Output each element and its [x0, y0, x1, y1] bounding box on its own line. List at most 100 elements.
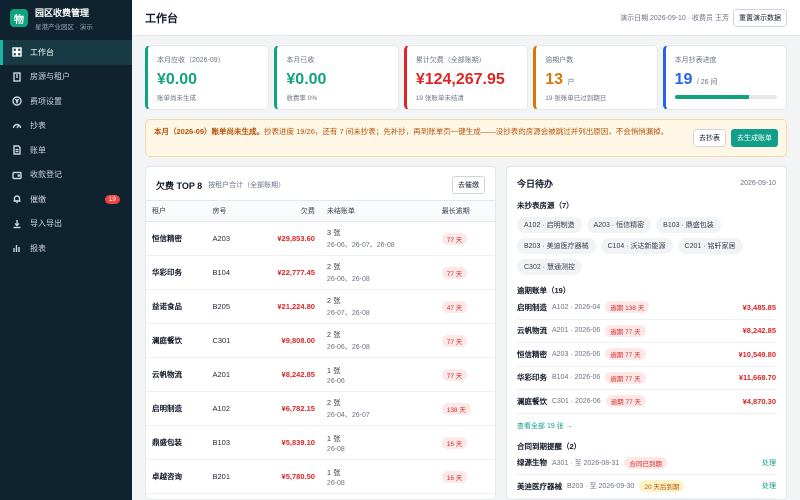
- tenant-name: 恒信精密: [517, 349, 547, 359]
- table-row[interactable]: 启明制造 A102 ¥6,782.15 2 张 26-04、26-07 138 天: [146, 391, 495, 426]
- sidebar-item-7[interactable]: 导入导出: [0, 212, 132, 237]
- arrears-subtitle: 按租户合计（全部账期）: [208, 182, 286, 189]
- stat-card: 本月应收（2026-09） ¥0.00 账单尚未生成: [145, 45, 270, 110]
- go-collect-button[interactable]: 去催缴: [452, 176, 485, 194]
- sidebar-item-label: 收款登记: [30, 170, 62, 180]
- tenant-name: 云帆物流: [517, 326, 547, 336]
- overdue-badge: 138 天: [441, 402, 471, 415]
- unread-chips: A102 · 启明制造 A203 · 恒信精密 B103 · 鼎盛包装 B203 · …: [517, 217, 776, 275]
- room-number: B205: [206, 289, 250, 324]
- yen-icon: [12, 96, 22, 106]
- wallet-icon: [12, 170, 22, 180]
- go-meter-button[interactable]: 去抄表: [693, 129, 726, 147]
- max-overdue: 47 天: [435, 289, 495, 324]
- table-row[interactable]: 卓越咨询 B201 ¥5,780.50 1 张 26-08 16 天: [146, 459, 495, 494]
- sidebar-item-label: 催缴: [30, 194, 46, 204]
- table-row[interactable]: 恒信精密 A203 ¥29,853.60 3 张 26-06、26-07、26-08 77…: [146, 221, 495, 256]
- sidebar-item-5[interactable]: 收款登记: [0, 163, 132, 188]
- unpaid-bills: 2 张 26-06、26-08: [320, 255, 436, 290]
- unread-room-chip[interactable]: B203 · 美迪医疗器械: [517, 238, 596, 254]
- gauge-icon: [12, 121, 22, 131]
- col-amount: 欠费: [249, 200, 321, 222]
- table-row[interactable]: 益诺食品 B205 ¥21,224.80 2 张 26-07、26-08 47 天: [146, 289, 495, 324]
- unread-room-chip[interactable]: C302 · 慧通测控: [517, 259, 582, 275]
- tenant-name: 卓越咨询: [146, 459, 207, 494]
- table-row[interactable]: 澜庭餐饮 C301 ¥9,808.00 2 张 26-06、26-08 77 天: [146, 323, 495, 358]
- arrears-amount: ¥8,242.85: [249, 357, 321, 392]
- overdue-bill-row[interactable]: 启明制造 A102 · 2026-04 逾期 138 天 ¥3,485.85: [517, 296, 776, 320]
- overdue-badge: 77 天: [441, 266, 468, 279]
- stat-label: 逾期户数: [545, 57, 574, 64]
- tenant-name: 恒信精密: [146, 221, 207, 256]
- overdue-bill-row[interactable]: 恒信精密 A203 · 2026-06 逾期 77 天 ¥10,549.80: [517, 343, 776, 367]
- room-number: B103: [206, 425, 250, 460]
- arrears-panel: 欠费 TOP 8 按租户合计（全部账期） 去催缴 租户 房号 欠费 未结账单 最…: [145, 166, 496, 500]
- alert-bold-text: 本月（2026-09）账单尚未生成。: [154, 127, 265, 136]
- unread-room-chip[interactable]: A203 · 恒信精密: [586, 217, 652, 233]
- sidebar-item-1[interactable]: 房源与租户: [0, 65, 132, 90]
- tenant-name: 华彩印务: [517, 373, 547, 383]
- unread-room-chip[interactable]: B103 · 鼎盛包装: [656, 217, 721, 233]
- document-icon: [12, 145, 22, 155]
- generate-bill-button[interactable]: 去生成账单: [731, 129, 778, 147]
- bill-amount: ¥3,485.85: [742, 302, 776, 312]
- sidebar-item-6[interactable]: 催缴 19: [0, 187, 132, 212]
- sidebar-item-0[interactable]: 工作台: [0, 40, 132, 65]
- header: 工作台 演示日期 2026-09-10 · 收费员 王芳 重置演示数据: [132, 0, 800, 36]
- sidebar-badge: 19: [104, 194, 120, 204]
- overdue-badge: 逾期 77 天: [605, 324, 646, 337]
- stat-unit: / 26 间: [696, 79, 718, 86]
- overdue-badge: 逾期 77 天: [605, 395, 646, 408]
- reset-demo-button[interactable]: 重置演示数据: [733, 8, 787, 27]
- stat-sub: 收费率 0%: [286, 95, 318, 102]
- table-row[interactable]: 鼎盛包装 B103 ¥5,839.10 1 张 26-08 16 天: [146, 425, 495, 460]
- arrears-amount: ¥22,777.45: [249, 255, 321, 290]
- bill-meta: C301 · 2026-06: [552, 397, 601, 405]
- room-number: C301: [206, 323, 250, 358]
- sidebar-item-2[interactable]: 费项设置: [0, 89, 132, 114]
- overdue-bill-row[interactable]: 云帆物流 A201 · 2026-06 逾期 77 天 ¥8,242.85: [517, 320, 776, 343]
- stat-value: ¥0.00: [157, 71, 198, 88]
- unpaid-bills: 2 张 26-07、26-08: [320, 289, 436, 324]
- table-row[interactable]: 华彩印务 B104 ¥22,777.45 2 张 26-06、26-08 77 天: [146, 255, 495, 290]
- tenant-name: 启明制造: [517, 302, 547, 312]
- tenant-name: 澜庭餐饮: [517, 396, 547, 406]
- max-overdue: 77 天: [435, 221, 495, 256]
- view-all-overdue-link[interactable]: 查看全部 19 张 →: [517, 421, 776, 431]
- grid-icon: [12, 47, 22, 57]
- room-number: B104: [206, 255, 250, 290]
- handle-contract-link[interactable]: 处理: [762, 458, 776, 468]
- stat-unit: 户: [567, 79, 575, 86]
- contract-meta: A301 · 至 2026-08-31: [552, 459, 620, 467]
- stat-sub: 账单尚未生成: [157, 95, 196, 102]
- arrears-amount: ¥5,839.10: [249, 425, 321, 460]
- stat-sub: 19 张账单未结清: [415, 95, 464, 102]
- overdue-bill-row[interactable]: 华彩印务 B104 · 2026-06 逾期 77 天 ¥11,668.70: [517, 367, 776, 390]
- overdue-badge: 逾期 138 天: [605, 301, 650, 314]
- sidebar-item-label: 房源与租户: [30, 72, 70, 82]
- overdue-badge: 47 天: [441, 300, 468, 313]
- unread-room-chip[interactable]: C104 · 沃达新能源: [600, 238, 673, 254]
- unread-room-chip[interactable]: C201 · 铭轩家居: [677, 238, 743, 254]
- unpaid-bills: 3 张 26-06、26-07、26-08: [320, 221, 436, 256]
- table-row[interactable]: 云帆物流 A201 ¥8,242.85 1 张 26-06 77 天: [146, 357, 495, 392]
- max-overdue: 77 天: [435, 323, 495, 358]
- col-tenant: 租户: [146, 200, 207, 222]
- brand-subtitle: 星港产业园区 · 演示: [35, 23, 93, 31]
- sidebar-item-4[interactable]: 账单: [0, 138, 132, 163]
- overdue-bill-row[interactable]: 澜庭餐饮 C301 · 2026-06 逾期 77 天 ¥4,870.30: [517, 390, 776, 414]
- handle-contract-link[interactable]: 处理: [762, 481, 776, 491]
- unread-section-title: 未抄表房源（7）: [517, 201, 574, 210]
- tenant-name: 澜庭餐饮: [146, 323, 207, 358]
- sidebar-item-3[interactable]: 抄表: [0, 114, 132, 139]
- brand-title: 园区收费管理: [35, 7, 90, 18]
- unpaid-bills: 1 张 26-06: [320, 357, 436, 392]
- room-number: A102: [206, 391, 250, 426]
- bell-icon: [12, 194, 22, 204]
- tenant-name: 绿源生物: [517, 458, 547, 468]
- arrears-amount: ¥6,782.15: [249, 391, 321, 426]
- unread-room-chip[interactable]: A102 · 启明制造: [517, 217, 582, 233]
- alert-body-text: 抄表进度 19/26，还有 7 间未抄表；先补抄，再到账单页一键生成——没抄表的…: [264, 127, 669, 136]
- stat-label: 累计欠费（全部账期）: [415, 57, 486, 64]
- sidebar-item-8[interactable]: 报表: [0, 236, 132, 261]
